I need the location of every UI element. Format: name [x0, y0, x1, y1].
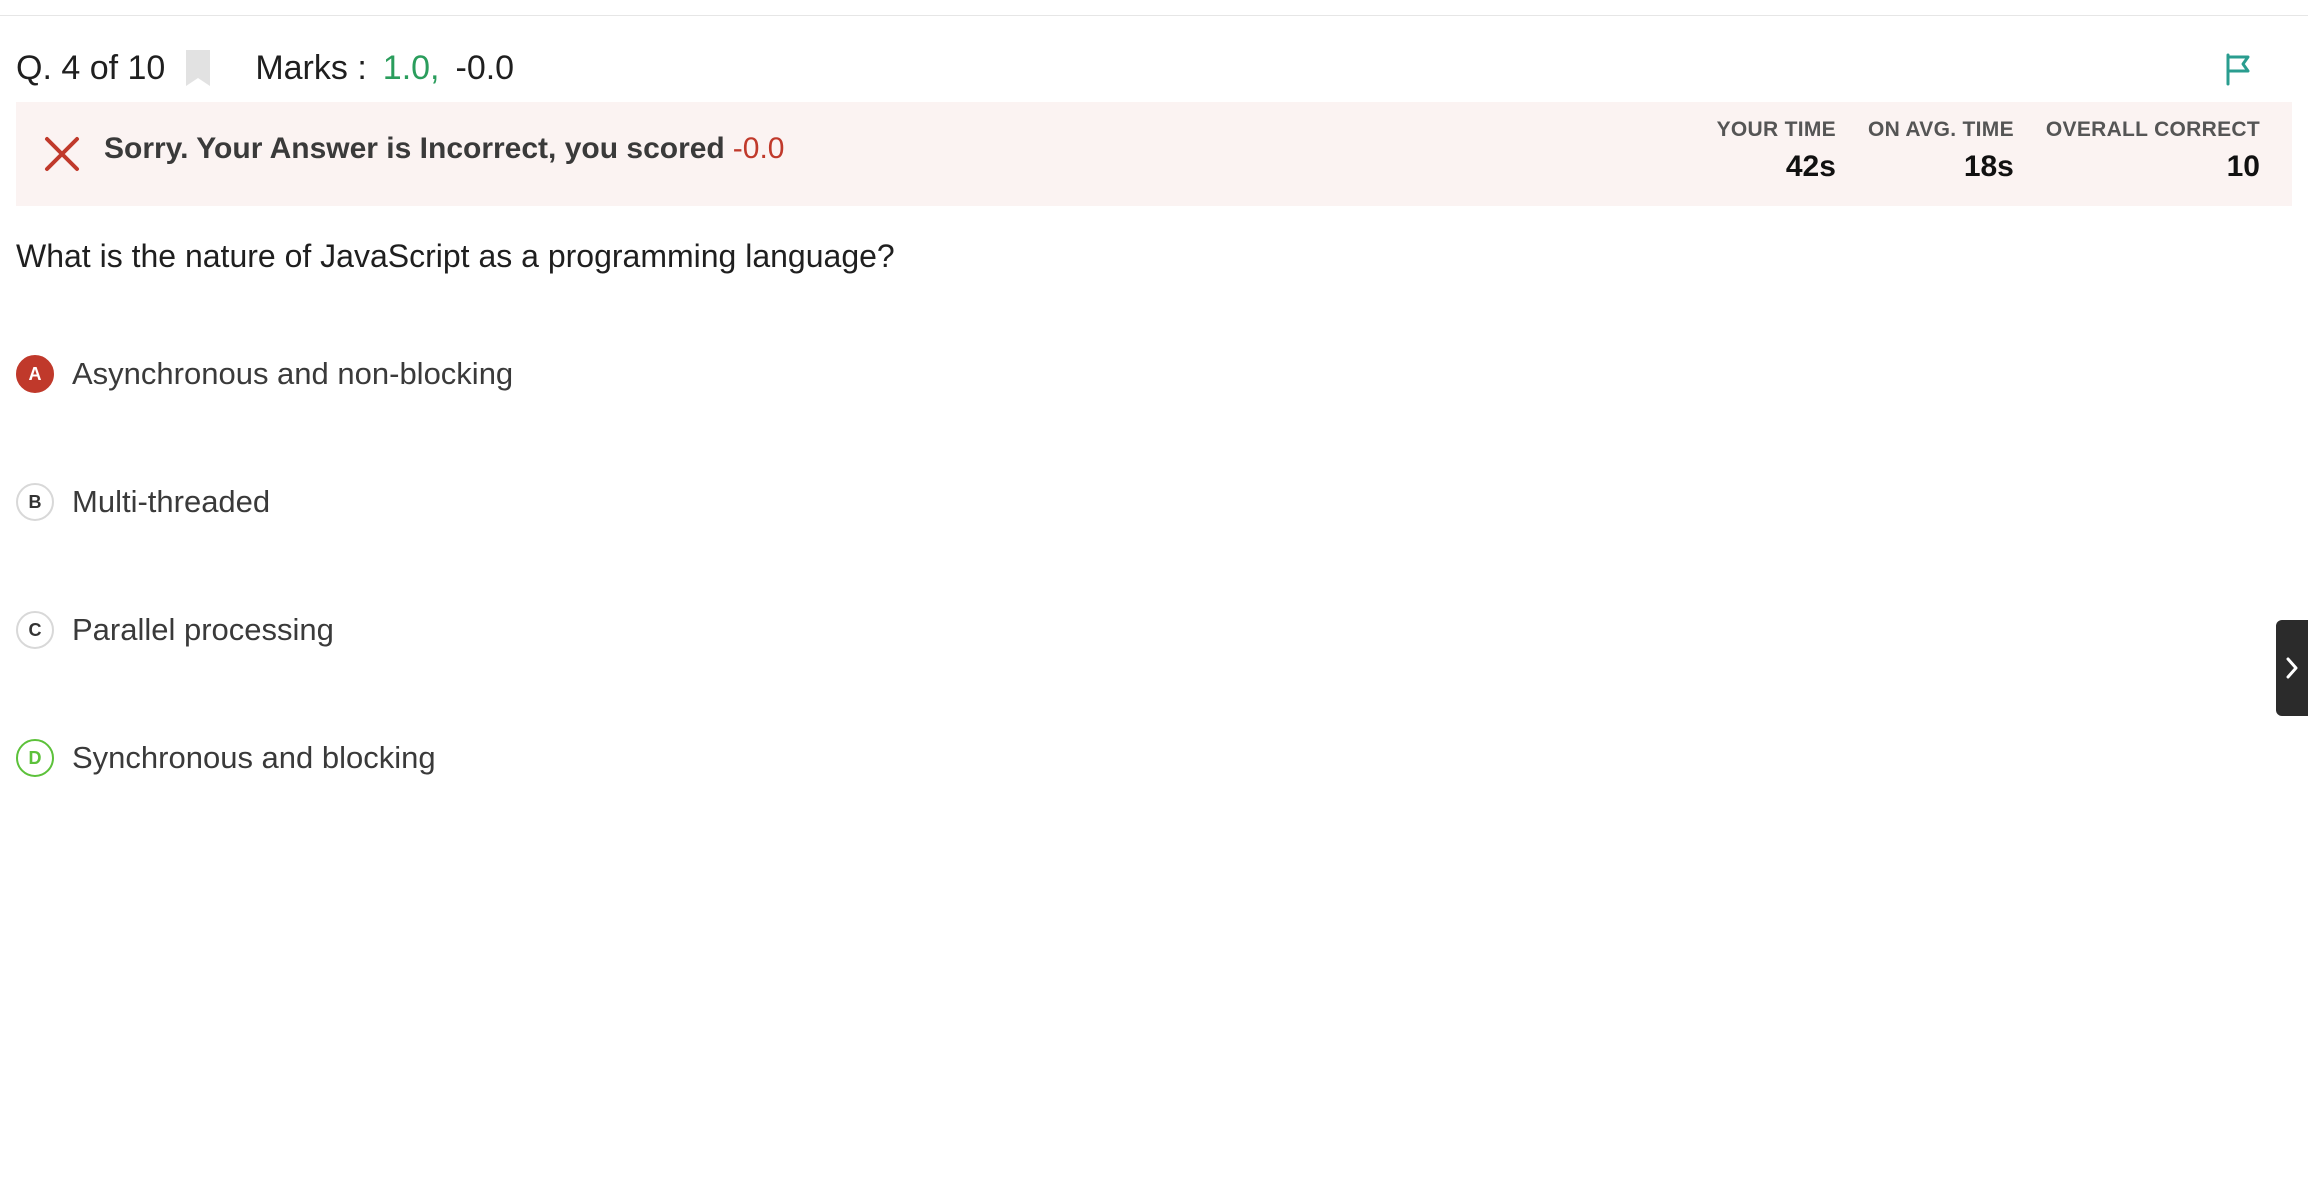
option-d[interactable]: D Synchronous and blocking: [16, 736, 436, 780]
option-letter: D: [16, 739, 54, 777]
option-text: Parallel processing: [72, 612, 334, 647]
side-panel-toggle[interactable]: [2276, 620, 2308, 716]
top-divider: [0, 15, 2308, 16]
option-text: Synchronous and blocking: [72, 740, 436, 775]
option-text: Multi-threaded: [72, 484, 271, 519]
stat-overall-correct: OVERALL CORRECT 10: [2046, 118, 2260, 184]
question-header: Q. 4 of 10 Marks : 1.0, -0.0: [16, 44, 514, 92]
stat-value: 10: [2226, 150, 2260, 183]
result-score: -0.0: [732, 132, 785, 165]
option-letter: A: [16, 355, 54, 393]
stats: YOUR TIME 42s ON AVG. TIME 18s OVERALL C…: [1717, 118, 2260, 184]
stat-your-time: YOUR TIME 42s: [1717, 118, 1836, 184]
result-banner: Sorry. Your Answer is Incorrect, you sco…: [16, 102, 2292, 206]
option-text: Asynchronous and non-blocking: [72, 356, 514, 391]
marks-positive: 1.0,: [382, 48, 440, 87]
result-message-text: Sorry. Your Answer is Incorrect, you sco…: [104, 132, 725, 165]
option-letter: C: [16, 611, 54, 649]
question-counter: Q. 4 of 10: [16, 48, 166, 87]
option-a[interactable]: A Asynchronous and non-blocking: [16, 352, 513, 396]
marks: Marks : 1.0, -0.0: [255, 49, 514, 88]
stat-label: OVERALL CORRECT: [2045, 118, 2260, 141]
quiz-review-page: Q. 4 of 10 Marks : 1.0, -0.0 Sorry. Your…: [0, 0, 2308, 1188]
option-b[interactable]: B Multi-threaded: [16, 480, 270, 524]
stat-label: ON AVG. TIME: [1867, 118, 2014, 141]
chevron-right-icon: [2286, 657, 2298, 679]
marks-label: Marks :: [255, 48, 367, 87]
option-c[interactable]: C Parallel processing: [16, 608, 334, 652]
stat-value: 18s: [1963, 150, 2014, 183]
option-letter: B: [16, 483, 54, 521]
stat-value: 42s: [1785, 150, 1836, 183]
marks-negative: -0.0: [455, 48, 515, 87]
bookmark-icon[interactable]: [183, 48, 213, 88]
question-text: What is the nature of JavaScript as a pr…: [16, 238, 895, 274]
flag-icon[interactable]: [2222, 52, 2254, 86]
stat-avg-time: ON AVG. TIME 18s: [1868, 118, 2014, 184]
close-icon: [45, 137, 79, 171]
result-message: Sorry. Your Answer is Incorrect, you sco…: [104, 132, 784, 166]
stat-label: YOUR TIME: [1716, 118, 1836, 141]
